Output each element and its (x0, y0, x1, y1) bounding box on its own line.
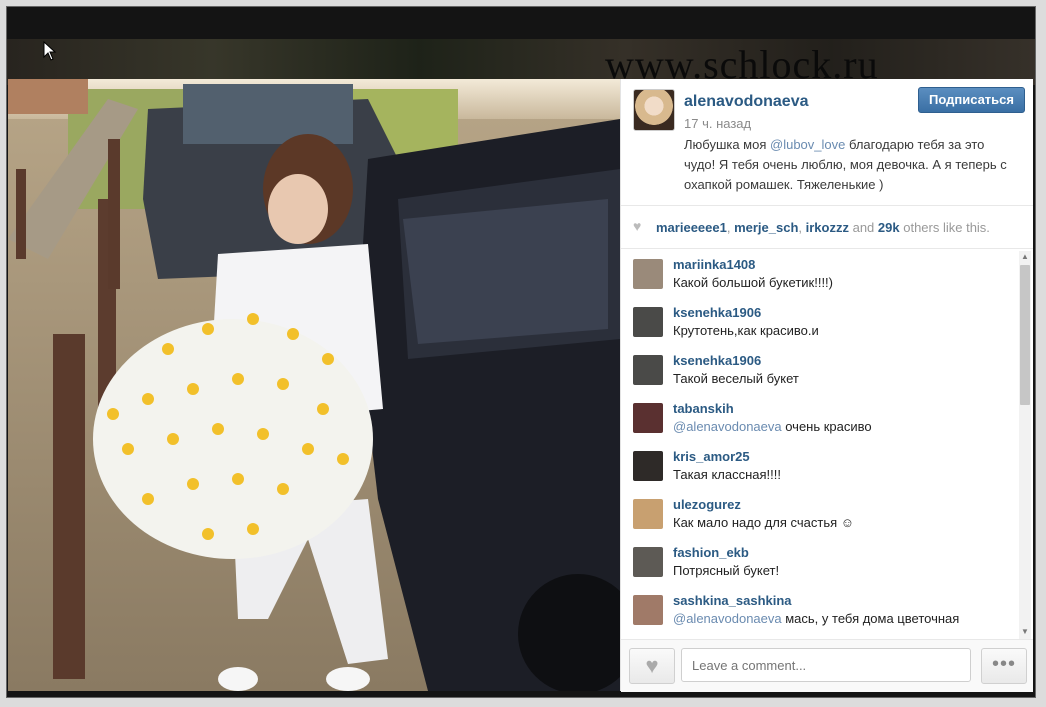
caption-text-start: Любушка моя (684, 137, 771, 152)
follow-button[interactable]: Подписаться (918, 87, 1025, 113)
commenter-name[interactable]: ksenehka1906 (673, 305, 761, 320)
likes-row: ♥ marieeeee1, merje_sch, irkozzz and 29k… (621, 206, 1033, 249)
watermark: www.schlock.ru (605, 42, 879, 87)
mouse-cursor-icon (43, 41, 57, 61)
comment-text-body: мась, у тебя дома цветочная (781, 611, 960, 626)
likes-suffix: others like this. (899, 220, 990, 235)
likes-separator: , (798, 220, 806, 235)
scrollbar-thumb[interactable] (1020, 265, 1030, 405)
window-frame: www.schlock.ru alenavodonaeva Подписатьс… (6, 6, 1036, 698)
commenter-name[interactable]: kris_amor25 (673, 449, 750, 464)
comment-text: Какой большой букетик!!!!) (673, 275, 833, 290)
commenter-name[interactable]: ulezogurez (673, 497, 741, 512)
comment-item: ksenehka1906 Крутотень,как красиво.и (621, 299, 1017, 347)
likes-separator: , (726, 220, 735, 235)
commenter-avatar[interactable] (633, 595, 663, 625)
comments-list: mariinka1408 Какой большой букетик!!!!) … (621, 251, 1017, 639)
author-avatar[interactable] (633, 89, 675, 131)
commenter-avatar[interactable] (633, 547, 663, 577)
comment-item: tabanskih @alenavodonaeva очень красиво (621, 395, 1017, 443)
heart-icon: ♥ (633, 218, 642, 234)
commenter-avatar[interactable] (633, 499, 663, 529)
post-caption: Любушка моя @lubov_love благодарю тебя з… (684, 135, 1019, 195)
photo-image (8, 79, 620, 691)
likes-and: and (848, 220, 878, 235)
commenter-name[interactable]: ksenehka1906 (673, 353, 761, 368)
comment-mention[interactable]: @alenavodonaeva (673, 419, 782, 434)
comment-text: Как мало надо для счастья ☺ (673, 515, 855, 530)
likes-summary: marieeeee1, merje_sch, irkozzz and 29k o… (656, 220, 990, 235)
like-button[interactable]: ♥ (629, 648, 675, 684)
comment-text: @alenavodonaeva мась, у тебя дома цветоч… (673, 611, 959, 626)
comment-item: ulezogurez Как мало надо для счастья ☺ (621, 491, 1017, 539)
photo-modal: alenavodonaeva Подписаться 17 ч. назад Л… (8, 79, 1033, 692)
comment-mention[interactable]: @alenavodonaeva (673, 611, 782, 626)
liker-link[interactable]: irkozzz (806, 220, 849, 235)
commenter-avatar[interactable] (633, 355, 663, 385)
heart-icon: ♥ (645, 653, 659, 678)
commenter-name[interactable]: mariinka1408 (673, 257, 755, 272)
comment-item: fashion_ekb Потрясный букет! (621, 539, 1017, 587)
commenter-avatar[interactable] (633, 403, 663, 433)
post-header: alenavodonaeva Подписаться 17 ч. назад Л… (621, 79, 1033, 206)
comment-text: Такая классная!!!! (673, 467, 781, 482)
comment-item: ksenehka1906 Такой веселый букет (621, 347, 1017, 395)
commenter-avatar[interactable] (633, 451, 663, 481)
more-options-button[interactable]: ••• (981, 648, 1027, 684)
caption-mention[interactable]: @lubov_love (770, 137, 845, 152)
comment-text: Крутотень,как красиво.и (673, 323, 819, 338)
commenter-avatar[interactable] (633, 259, 663, 289)
comment-text-body: очень красиво (781, 419, 872, 434)
comment-input[interactable] (681, 648, 971, 682)
likes-count[interactable]: 29k (878, 220, 900, 235)
commenter-name[interactable]: tabanskih (673, 401, 734, 416)
liker-link[interactable]: merje_sch (734, 220, 798, 235)
liker-link[interactable]: marieeeee1 (656, 220, 727, 235)
comment-item: mariinka1408 Какой большой букетик!!!!) (621, 251, 1017, 299)
scroll-down-icon[interactable]: ▼ (1021, 627, 1029, 636)
comment-text: @alenavodonaeva очень красиво (673, 419, 872, 434)
post-photo[interactable] (8, 79, 620, 691)
commenter-name[interactable]: fashion_ekb (673, 545, 749, 560)
comment-item: sashkina_sashkina @alenavodonaeva мась, … (621, 587, 1017, 635)
author-username[interactable]: alenavodonaeva (684, 93, 809, 111)
commenter-avatar[interactable] (633, 307, 663, 337)
comment-text: Такой веселый букет (673, 371, 799, 386)
comment-footer: ♥ ••• (621, 639, 1033, 692)
comment-text: Потрясный букет! (673, 563, 780, 578)
post-sidebar: alenavodonaeva Подписаться 17 ч. назад Л… (620, 79, 1033, 692)
scroll-up-icon[interactable]: ▲ (1021, 252, 1029, 261)
commenter-name[interactable]: sashkina_sashkina (673, 593, 792, 608)
post-timestamp: 17 ч. назад (684, 116, 752, 131)
comment-item: kris_amor25 Такая классная!!!! (621, 443, 1017, 491)
